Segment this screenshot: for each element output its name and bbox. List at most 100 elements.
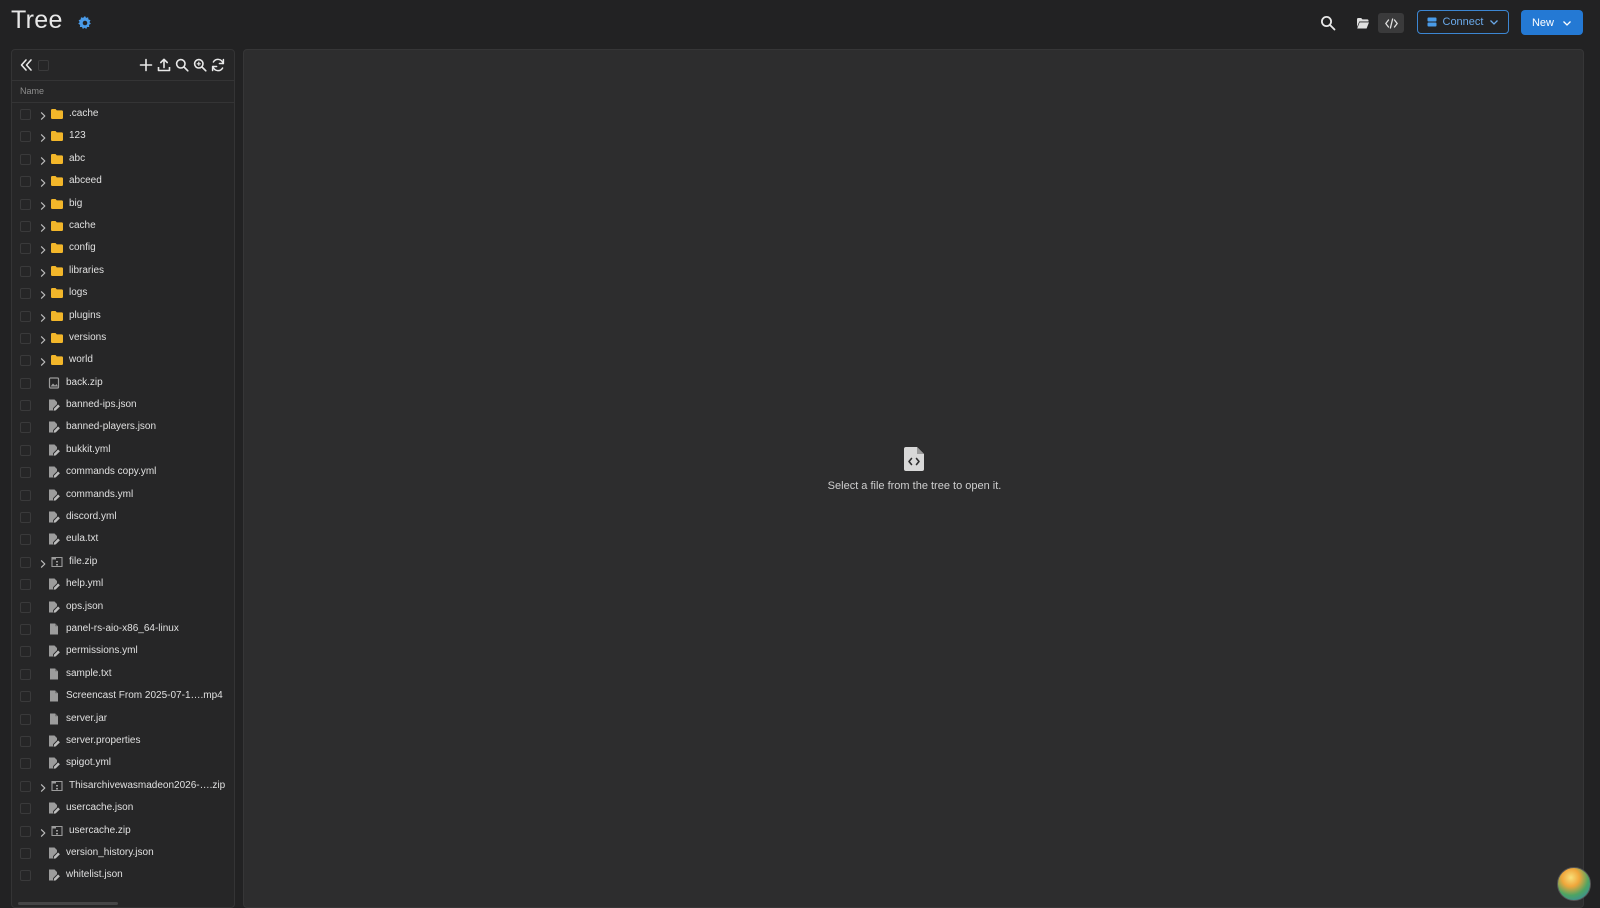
chevron-right-icon[interactable] xyxy=(38,557,48,568)
tree-file-row[interactable]: whitelist.json xyxy=(12,864,234,886)
chevron-right-icon[interactable] xyxy=(38,355,48,367)
search-icon[interactable] xyxy=(174,57,190,73)
chevron-right-icon[interactable] xyxy=(38,199,48,210)
row-checkbox[interactable] xyxy=(20,220,31,232)
horizontal-scrollbar[interactable] xyxy=(18,902,118,905)
tree-file-row[interactable]: ops.json xyxy=(12,596,234,618)
tree-file-row[interactable]: banned-players.json xyxy=(12,416,234,438)
row-checkbox[interactable] xyxy=(20,646,31,658)
row-checkbox[interactable] xyxy=(20,735,31,747)
chevron-right-icon[interactable] xyxy=(38,781,48,792)
tree-file-row[interactable]: spigot.yml xyxy=(12,752,234,774)
tree-folder-row[interactable]: big xyxy=(12,193,234,215)
tree-file-row[interactable]: discord.yml xyxy=(12,506,234,528)
tree-file-row[interactable]: version_history.json xyxy=(12,842,234,864)
tree-file-row[interactable]: eula.txt xyxy=(12,528,234,550)
chevron-right-icon[interactable] xyxy=(38,109,48,120)
refresh-icon[interactable] xyxy=(210,57,226,73)
row-checkbox[interactable] xyxy=(20,355,31,367)
avatar[interactable] xyxy=(1557,867,1591,901)
chevron-right-icon[interactable] xyxy=(38,176,48,187)
folder-view-button[interactable] xyxy=(1350,13,1376,33)
tree-file-row[interactable]: sample.txt xyxy=(12,663,234,685)
gear-icon[interactable] xyxy=(78,16,92,30)
tree-file-row[interactable]: help.yml xyxy=(12,573,234,595)
row-checkbox[interactable] xyxy=(20,668,31,680)
double-chevron-left-icon[interactable] xyxy=(18,57,34,73)
search-icon[interactable] xyxy=(1320,15,1336,31)
tree-file-row[interactable]: commands copy.yml xyxy=(12,461,234,483)
tree-file-row[interactable]: back.zip xyxy=(12,372,234,394)
row-checkbox[interactable] xyxy=(20,198,31,210)
tree-file-row[interactable]: panel-rs-aio-x86_64-linux xyxy=(12,618,234,640)
chevron-right-icon[interactable] xyxy=(38,333,48,344)
tree-file-row[interactable]: banned-ips.json xyxy=(12,394,234,416)
tree-file-row[interactable]: usercache.json xyxy=(12,797,234,819)
chevron-right-icon[interactable] xyxy=(38,154,48,165)
new-button[interactable]: New xyxy=(1521,10,1583,35)
row-checkbox[interactable] xyxy=(20,601,31,613)
tree-folder-row[interactable]: config xyxy=(12,237,234,259)
row-checkbox[interactable] xyxy=(20,131,31,143)
chevron-right-icon[interactable] xyxy=(38,311,48,322)
row-checkbox[interactable] xyxy=(20,579,31,591)
tree-folder-row[interactable]: world xyxy=(12,349,234,371)
column-header-name[interactable]: Name xyxy=(12,80,234,103)
chevron-right-icon[interactable] xyxy=(38,826,48,837)
row-checkbox[interactable] xyxy=(20,109,31,120)
row-checkbox[interactable] xyxy=(20,825,31,837)
tree-folder-row[interactable]: logs xyxy=(12,282,234,304)
row-checkbox[interactable] xyxy=(20,444,31,456)
chevron-right-icon[interactable] xyxy=(38,221,48,232)
chevron-right-icon[interactable] xyxy=(38,243,48,255)
tree-folder-row[interactable]: versions xyxy=(12,327,234,349)
chevron-right-icon[interactable] xyxy=(38,266,48,277)
row-checkbox[interactable] xyxy=(20,153,31,165)
row-checkbox[interactable] xyxy=(20,713,31,725)
row-checkbox[interactable] xyxy=(20,870,31,882)
connect-button[interactable]: Connect xyxy=(1417,10,1509,34)
tree-file-row[interactable]: server.jar xyxy=(12,708,234,730)
row-checkbox[interactable] xyxy=(20,332,31,344)
row-checkbox[interactable] xyxy=(20,512,31,524)
row-checkbox[interactable] xyxy=(20,265,31,277)
tree-folder-row[interactable]: .cache xyxy=(12,103,234,125)
row-checkbox[interactable] xyxy=(20,377,31,389)
row-checkbox[interactable] xyxy=(20,847,31,859)
row-checkbox[interactable] xyxy=(20,422,31,434)
upload-icon[interactable] xyxy=(156,57,172,73)
row-checkbox[interactable] xyxy=(20,758,31,770)
tree-file-row[interactable]: commands.yml xyxy=(12,484,234,506)
row-checkbox[interactable] xyxy=(20,623,31,635)
tree-folder-row[interactable]: cache xyxy=(12,215,234,237)
tree-folder-row[interactable]: 123 xyxy=(12,125,234,147)
chevron-right-icon[interactable] xyxy=(38,288,48,299)
row-checkbox[interactable] xyxy=(20,556,31,568)
tree-file-row[interactable]: server.properties xyxy=(12,730,234,752)
tree-folder-row[interactable]: abc xyxy=(12,148,234,170)
search-content-icon[interactable] xyxy=(192,57,208,73)
row-checkbox[interactable] xyxy=(20,243,31,255)
row-checkbox[interactable] xyxy=(20,691,31,703)
chevron-right-icon[interactable] xyxy=(38,131,48,143)
tree-folder-row[interactable]: libraries xyxy=(12,260,234,282)
tree-folder-row[interactable]: plugins xyxy=(12,305,234,327)
row-checkbox[interactable] xyxy=(20,467,31,479)
tree-file-row[interactable]: file.zip xyxy=(12,551,234,573)
row-checkbox[interactable] xyxy=(20,803,31,815)
tree-file-row[interactable]: bukkit.yml xyxy=(12,439,234,461)
row-checkbox[interactable] xyxy=(20,780,31,792)
row-checkbox[interactable] xyxy=(20,489,31,501)
tree-file-row[interactable]: Screencast From 2025-07-1….mp4 xyxy=(12,685,234,707)
row-checkbox[interactable] xyxy=(20,176,31,188)
select-all-checkbox[interactable] xyxy=(38,60,49,71)
plus-icon[interactable] xyxy=(138,57,154,73)
code-view-button[interactable] xyxy=(1378,13,1404,33)
tree-folder-row[interactable]: abceed xyxy=(12,170,234,192)
row-checkbox[interactable] xyxy=(20,288,31,300)
tree-file-row[interactable]: Thisarchivewasmadeon2026-….zip xyxy=(12,775,234,797)
row-checkbox[interactable] xyxy=(20,534,31,546)
tree-file-row[interactable]: permissions.yml xyxy=(12,640,234,662)
row-checkbox[interactable] xyxy=(20,400,31,412)
tree-file-row[interactable]: usercache.zip xyxy=(12,820,234,842)
